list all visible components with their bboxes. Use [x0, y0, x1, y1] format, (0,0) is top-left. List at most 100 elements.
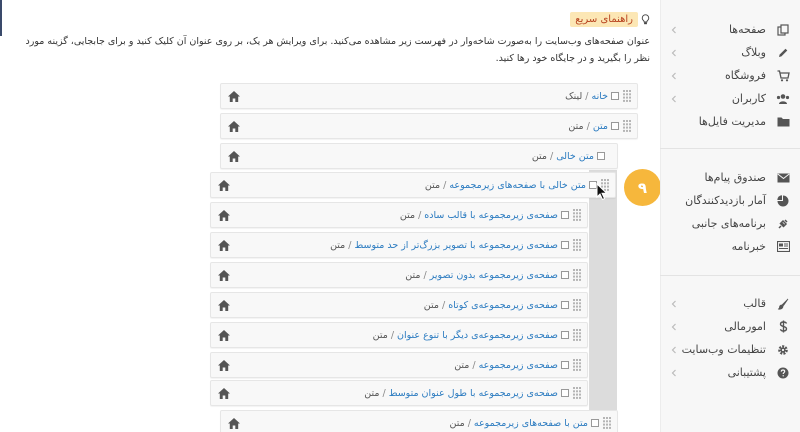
page-tree-row[interactable]: صفحه‌ی زیرمجموعه با قالب ساده / متن	[210, 202, 588, 228]
sidebar-item-theme[interactable]: قالب	[660, 292, 800, 315]
page-title-link[interactable]: متن خالی با صفحه‌های زیرمجموعه	[449, 180, 586, 191]
page-title-link[interactable]: متن	[593, 121, 608, 132]
separator: /	[467, 417, 471, 429]
sidebar-item-newsletter[interactable]: خبرنامه	[660, 235, 800, 258]
home-icon[interactable]	[217, 209, 231, 222]
page-tree-row[interactable]: صفحه‌ی زیرمجموعه‌ی دیگر با تنوع عنوان / …	[210, 322, 588, 348]
page-type: متن	[423, 299, 439, 311]
row-checkbox[interactable]	[611, 122, 619, 130]
sidebar-item-label: خبرنامه	[731, 240, 766, 253]
home-icon[interactable]	[227, 417, 241, 430]
sidebar-item-pages[interactable]: صفحه‌ها	[660, 18, 800, 41]
page-tree-row[interactable]: صفحه‌ی زیرمجموعه با تصویر بزرگ‌تر از حد …	[210, 232, 588, 258]
home-icon[interactable]	[227, 90, 241, 103]
question-icon	[776, 366, 790, 380]
separator: /	[390, 329, 395, 341]
step-badge: ۹	[624, 169, 661, 206]
separator: /	[382, 387, 386, 399]
row-checkbox[interactable]	[561, 271, 569, 279]
sidebar-item-users[interactable]: کاربران	[660, 87, 800, 110]
pie-chart-icon	[776, 194, 790, 208]
page-title-link[interactable]: صفحه‌ی زیرمجموعه با قالب ساده	[424, 210, 558, 221]
home-icon[interactable]	[217, 387, 231, 400]
cart-icon	[776, 69, 790, 83]
brush-icon	[776, 297, 790, 311]
drag-placeholder-column	[589, 170, 617, 410]
page-type: متن	[330, 239, 346, 251]
page-title-link[interactable]: صفحه‌ی زیرمجموعه با تصویر بزرگ‌تر از حد …	[354, 240, 558, 251]
home-icon[interactable]	[227, 150, 241, 163]
home-icon[interactable]	[217, 329, 231, 342]
page-title-link[interactable]: متن خالی	[556, 151, 594, 162]
page-tree-row[interactable]: خانه / لینک	[220, 83, 638, 109]
sidebar-item-label: تنظیمات وب‌سایت	[681, 343, 766, 356]
home-icon[interactable]	[217, 239, 231, 252]
sidebar-item-blog[interactable]: وبلاگ	[660, 41, 800, 64]
page-tree-row[interactable]: صفحه‌ی زیرمجموعه‌ی کوتاه / متن	[210, 292, 588, 318]
sidebar-item-label: مدیریت فایل‌ها	[698, 115, 766, 128]
page-tree-row[interactable]: صفحه‌ی زیرمجموعه بدون تصویر / متن	[210, 262, 588, 288]
row-checkbox[interactable]	[597, 152, 605, 160]
home-icon[interactable]	[217, 269, 231, 282]
sidebar-item-label: وبلاگ	[741, 46, 766, 59]
page-title-link[interactable]: صفحه‌ی زیرمجموعه‌ی دیگر با تنوع عنوان	[397, 330, 558, 341]
drag-handle-icon[interactable]	[573, 299, 581, 311]
lightbulb-icon	[641, 14, 650, 25]
separator: /	[472, 359, 476, 371]
sidebar-item-file-manager[interactable]: مدیریت فایل‌ها	[660, 110, 800, 133]
sidebar-item-shop[interactable]: فروشگاه	[660, 64, 800, 87]
page-type: متن	[405, 269, 421, 281]
row-checkbox[interactable]	[591, 419, 599, 427]
drag-handle-icon[interactable]	[573, 359, 581, 371]
drag-handle-icon[interactable]	[573, 239, 581, 251]
page-tree-row[interactable]: صفحه‌ی زیرمجموعه با طول عنوان متوسط / مت…	[210, 380, 588, 406]
page-title-link[interactable]: صفحه‌ی زیرمجموعه	[479, 360, 558, 371]
page-tree-row[interactable]: صفحه‌ی زیرمجموعه / متن	[210, 352, 588, 378]
drag-handle-icon[interactable]	[573, 387, 581, 399]
drag-handle-icon[interactable]	[573, 329, 581, 341]
sidebar-item-plugins[interactable]: برنامه‌های جانبی	[660, 212, 800, 235]
home-icon[interactable]	[227, 120, 241, 133]
separator: /	[441, 299, 446, 311]
sidebar-item-label: کاربران	[731, 92, 766, 105]
sidebar-item-inbox[interactable]: صندوق پیام‌ها	[660, 166, 800, 189]
row-checkbox[interactable]	[561, 389, 569, 397]
drag-handle-icon[interactable]	[623, 90, 631, 102]
page-tree-row[interactable]: متن با صفحه‌های زیرمجموعه / متن	[220, 410, 618, 432]
drag-handle-icon[interactable]	[623, 120, 631, 132]
drag-handle-icon[interactable]	[603, 417, 611, 429]
row-checkbox[interactable]	[561, 241, 569, 249]
drag-handle-icon[interactable]	[573, 209, 581, 221]
sidebar-item-visitor-stats[interactable]: آمار بازدیدکنندگان	[660, 189, 800, 212]
home-icon[interactable]	[217, 359, 231, 372]
row-checkbox[interactable]	[561, 331, 569, 339]
page-title-link[interactable]: خانه	[591, 91, 608, 102]
page-title-link[interactable]: صفحه‌ی زیرمجموعه‌ی کوتاه	[448, 300, 558, 311]
separator: /	[585, 90, 589, 102]
chevron-left-icon	[671, 72, 676, 79]
sidebar-item-site-settings[interactable]: تنظیمات وب‌سایت	[660, 338, 800, 361]
drag-handle-icon[interactable]	[573, 269, 581, 281]
page-tree-row-dragging[interactable]: متن خالی با صفحه‌های زیرمجموعه / متن	[210, 172, 616, 198]
sidebar-group-settings: قالب امورمالی تنظیمات وب‌سایت پشتیبانی	[660, 292, 800, 384]
row-checkbox[interactable]	[611, 92, 619, 100]
row-checkbox[interactable]	[561, 301, 569, 309]
sidebar: صفحه‌ها وبلاگ فروشگاه کاربران مدیریت فای…	[660, 0, 800, 432]
home-icon[interactable]	[217, 179, 231, 192]
sidebar-item-label: فروشگاه	[724, 69, 766, 82]
page-title-link[interactable]: صفحه‌ی زیرمجموعه با طول عنوان متوسط	[389, 388, 558, 399]
separator: /	[418, 209, 422, 221]
quick-help-description: عنوان صفحه‌های وب‌سایت را به‌صورت شاخه‌و…	[25, 36, 650, 64]
page-type: متن	[449, 417, 465, 429]
page-tree-row[interactable]: متن / متن	[220, 113, 638, 139]
sidebar-item-label: آمار بازدیدکنندگان	[685, 194, 766, 207]
page-tree-row[interactable]: متن خالی / متن	[220, 143, 618, 169]
row-checkbox[interactable]	[561, 211, 569, 219]
page-title-link[interactable]: متن با صفحه‌های زیرمجموعه	[474, 418, 588, 429]
home-icon[interactable]	[217, 299, 231, 312]
sidebar-item-finance[interactable]: امورمالی	[660, 315, 800, 338]
sidebar-item-label: قالب	[743, 297, 766, 310]
sidebar-item-support[interactable]: پشتیبانی	[660, 361, 800, 384]
row-checkbox[interactable]	[561, 361, 569, 369]
page-title-link[interactable]: صفحه‌ی زیرمجموعه بدون تصویر	[430, 270, 558, 281]
